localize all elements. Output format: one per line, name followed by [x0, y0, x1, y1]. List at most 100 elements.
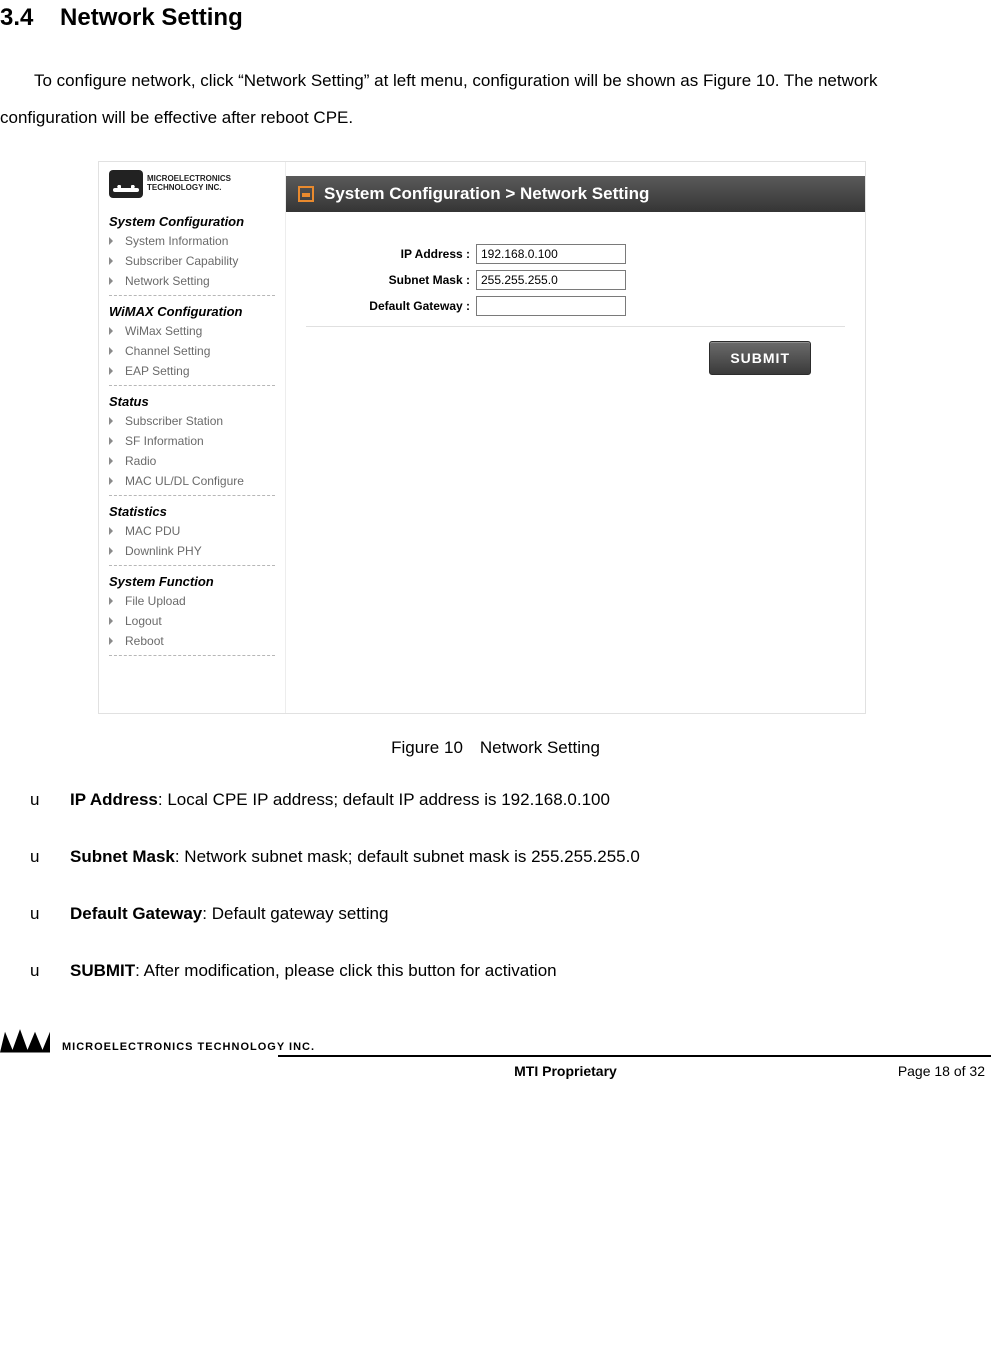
bullet-list: u IP Address: Local CPE IP address; defau…	[30, 786, 991, 985]
bullet-text: SUBMIT: After modification, please click…	[70, 957, 991, 984]
footer-company: MICROELECTRONICS TECHNOLOGY INC.	[62, 1041, 315, 1053]
sidebar-item[interactable]: Subscriber Station	[109, 411, 275, 431]
bullet-item: u Default Gateway: Default gateway settin…	[30, 900, 991, 927]
chevron-right-icon	[109, 477, 117, 485]
sidebar-item-label: Channel Setting	[125, 344, 210, 358]
sidebar-item-label: MAC UL/DL Configure	[125, 474, 244, 488]
figure-caption: Figure 10 Network Setting	[0, 738, 991, 758]
footer-logo-icon	[0, 1015, 54, 1053]
sidebar-item[interactable]: Radio	[109, 451, 275, 471]
logo-text: MICROELECTRONICS TECHNOLOGY INC.	[147, 175, 231, 193]
chevron-right-icon	[109, 237, 117, 245]
sidebar-item-label: WiMax Setting	[125, 324, 202, 338]
sidebar-item-label: Subscriber Station	[125, 414, 223, 428]
screenshot-sidebar: MICROELECTRONICS TECHNOLOGY INC. System …	[99, 162, 286, 713]
input-subnet-mask[interactable]	[476, 270, 626, 290]
bullet-item: u Subnet Mask: Network subnet mask; defau…	[30, 843, 991, 870]
sidebar-item[interactable]: Network Setting	[109, 271, 275, 291]
screenshot-content: System Configuration > Network Setting I…	[286, 162, 865, 713]
form-divider	[306, 326, 845, 327]
sidebar-item[interactable]: Channel Setting	[109, 341, 275, 361]
sidebar-group-header: System Configuration	[109, 214, 275, 229]
sidebar-divider	[109, 655, 275, 656]
chevron-right-icon	[109, 637, 117, 645]
bullet-marker: u	[30, 957, 46, 984]
sidebar-item[interactable]: File Upload	[109, 591, 275, 611]
chevron-right-icon	[109, 347, 117, 355]
page-footer: MICROELECTRONICS TECHNOLOGY INC. MTI Pro…	[0, 1015, 991, 1079]
sidebar-item-label: SF Information	[125, 434, 204, 448]
section-number: 3.4	[0, 4, 33, 31]
logo-mark-icon	[109, 170, 143, 198]
screenshot-figure: MICROELECTRONICS TECHNOLOGY INC. System …	[98, 161, 866, 714]
section-heading: 3.4 Network Setting	[0, 4, 991, 32]
sidebar-divider	[109, 385, 275, 386]
submit-button[interactable]: SUBMIT	[709, 341, 811, 375]
footer-rule	[278, 1055, 991, 1057]
chevron-right-icon	[109, 617, 117, 625]
chevron-right-icon	[109, 597, 117, 605]
sidebar-item[interactable]: MAC PDU	[109, 521, 275, 541]
sidebar-item[interactable]: WiMax Setting	[109, 321, 275, 341]
sidebar-group-header: Statistics	[109, 504, 275, 519]
bullet-text: Default Gateway: Default gateway setting	[70, 900, 991, 927]
sidebar-item-label: Reboot	[125, 634, 164, 648]
breadcrumb-icon	[298, 186, 314, 202]
sidebar-item[interactable]: SF Information	[109, 431, 275, 451]
sidebar-item-label: Radio	[125, 454, 156, 468]
chevron-right-icon	[109, 547, 117, 555]
chevron-right-icon	[109, 257, 117, 265]
bullet-marker: u	[30, 843, 46, 870]
section-title-text: Network Setting	[60, 4, 243, 31]
sidebar-group-header: System Function	[109, 574, 275, 589]
intro-paragraph: To configure network, click “Network Set…	[0, 62, 971, 137]
label-subnet-mask: Subnet Mask :	[306, 273, 476, 287]
sidebar-item[interactable]: Subscriber Capability	[109, 251, 275, 271]
chevron-right-icon	[109, 367, 117, 375]
sidebar-item-label: Network Setting	[125, 274, 210, 288]
footer-page-number: Page 18 of 32	[851, 1063, 991, 1079]
content-title-bar: System Configuration > Network Setting	[286, 176, 865, 212]
sidebar-logo: MICROELECTRONICS TECHNOLOGY INC.	[109, 170, 275, 198]
bullet-marker: u	[30, 786, 46, 813]
logo-line-2: TECHNOLOGY INC.	[147, 184, 231, 193]
label-ip-address: IP Address :	[306, 247, 476, 261]
bullet-text: IP Address: Local CPE IP address; defaul…	[70, 786, 991, 813]
input-ip-address[interactable]	[476, 244, 626, 264]
sidebar-divider	[109, 295, 275, 296]
row-default-gateway: Default Gateway :	[306, 296, 845, 316]
input-default-gateway[interactable]	[476, 296, 626, 316]
footer-center: MTI Proprietary	[280, 1063, 851, 1079]
bullet-text: Subnet Mask: Network subnet mask; defaul…	[70, 843, 991, 870]
sidebar-item-label: Logout	[125, 614, 162, 628]
breadcrumb-text: System Configuration > Network Setting	[324, 184, 649, 204]
sidebar-item[interactable]: EAP Setting	[109, 361, 275, 381]
chevron-right-icon	[109, 437, 117, 445]
bullet-marker: u	[30, 900, 46, 927]
sidebar-item-label: EAP Setting	[125, 364, 190, 378]
network-form: IP Address : Subnet Mask : Default Gatew…	[286, 244, 865, 713]
sidebar-divider	[109, 565, 275, 566]
sidebar-item-label: MAC PDU	[125, 524, 180, 538]
chevron-right-icon	[109, 457, 117, 465]
sidebar-item[interactable]: MAC UL/DL Configure	[109, 471, 275, 491]
sidebar-group-header: Status	[109, 394, 275, 409]
row-ip-address: IP Address :	[306, 244, 845, 264]
sidebar-group-header: WiMAX Configuration	[109, 304, 275, 319]
sidebar-item[interactable]: Logout	[109, 611, 275, 631]
sidebar-divider	[109, 495, 275, 496]
sidebar-item[interactable]: System Information	[109, 231, 275, 251]
chevron-right-icon	[109, 277, 117, 285]
bullet-item: u IP Address: Local CPE IP address; defau…	[30, 786, 991, 813]
sidebar-item-label: System Information	[125, 234, 228, 248]
sidebar-item[interactable]: Downlink PHY	[109, 541, 275, 561]
row-subnet-mask: Subnet Mask :	[306, 270, 845, 290]
sidebar-item-label: Subscriber Capability	[125, 254, 238, 268]
sidebar-item[interactable]: Reboot	[109, 631, 275, 651]
chevron-right-icon	[109, 527, 117, 535]
sidebar-item-label: File Upload	[125, 594, 186, 608]
sidebar-item-label: Downlink PHY	[125, 544, 202, 558]
label-default-gateway: Default Gateway :	[306, 299, 476, 313]
bullet-item: u SUBMIT: After modification, please clic…	[30, 957, 991, 984]
chevron-right-icon	[109, 327, 117, 335]
